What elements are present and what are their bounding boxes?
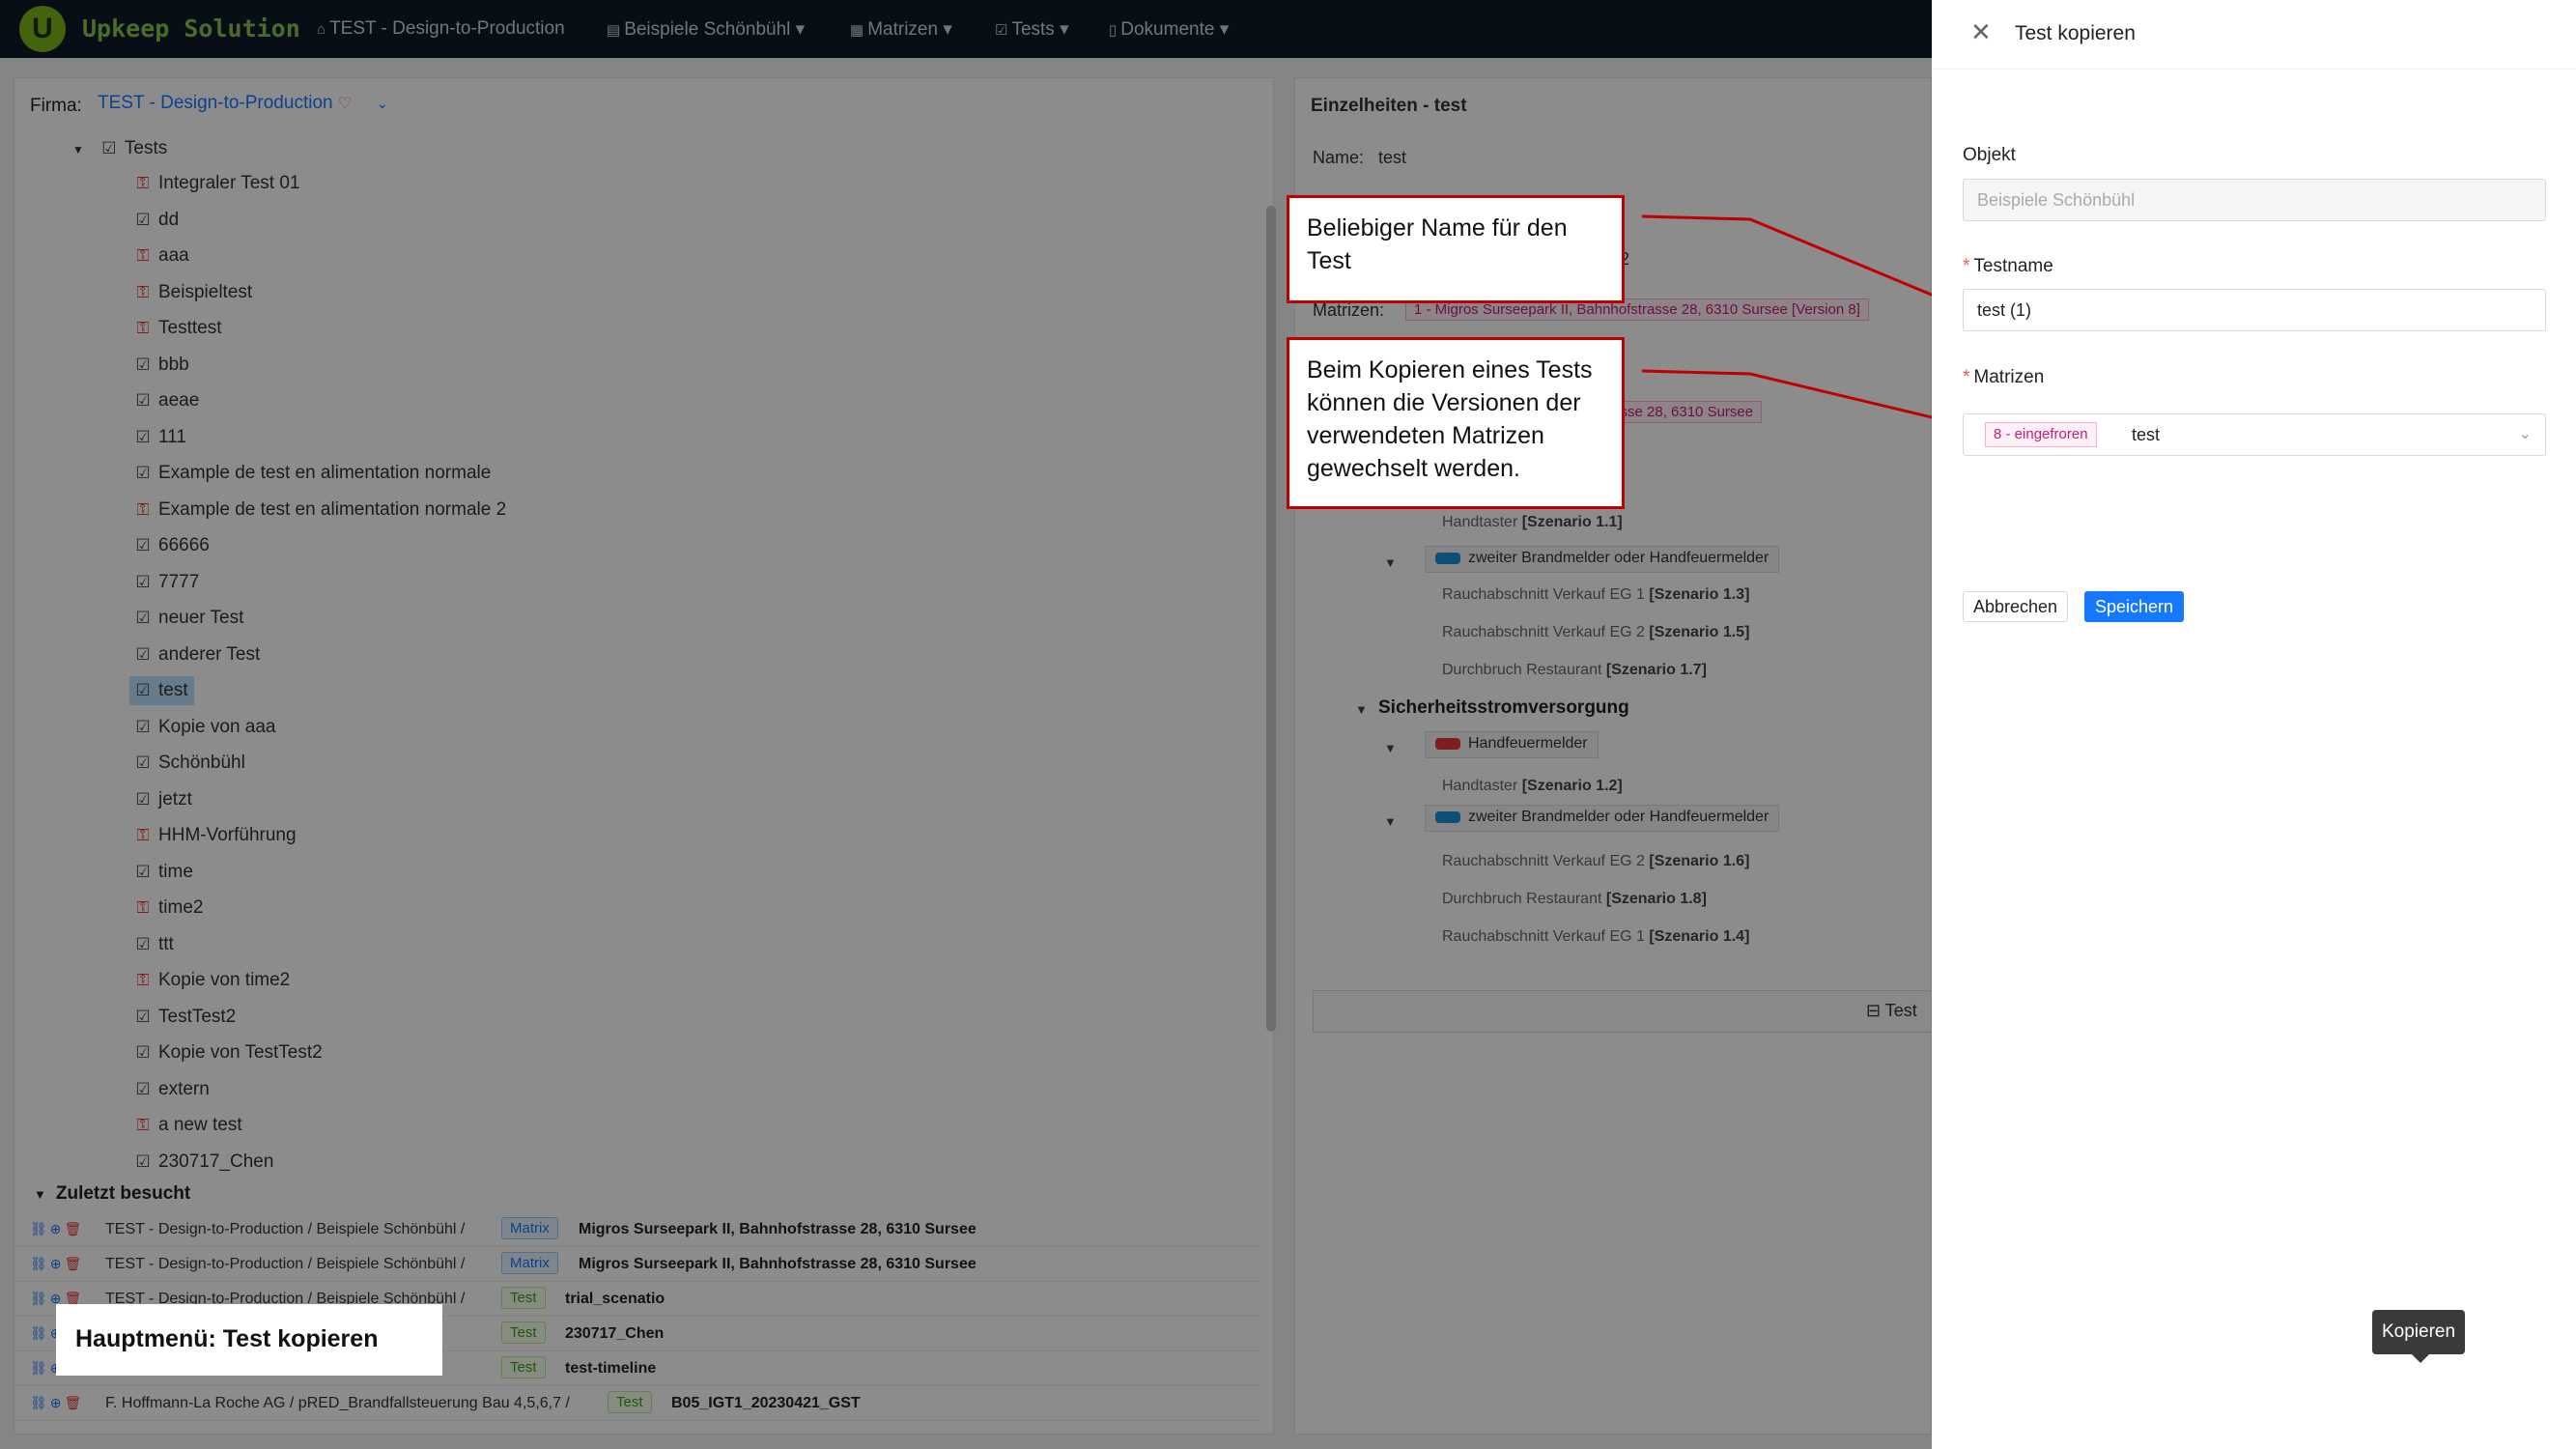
close-icon[interactable]: ✕: [1970, 17, 1992, 47]
testname-input[interactable]: [1963, 289, 2546, 331]
testname-label: * Testname: [1963, 256, 2053, 277]
objekt-label: Objekt: [1963, 145, 2016, 165]
matrizen-label-text: Matrizen: [1973, 367, 2045, 387]
matrix-select-value: test: [2132, 425, 2161, 444]
required-marker: *: [1963, 367, 1970, 387]
callout-line-name: [1641, 214, 1969, 312]
objekt-field: Beispiele Schönbühl: [1963, 179, 2546, 221]
save-button[interactable]: Speichern: [2084, 591, 2185, 622]
callout-line-versions: [1641, 369, 1977, 430]
matrix-version-tag[interactable]: 8 - eingefroren: [1985, 422, 2097, 447]
drawer-header: ✕ Test kopieren: [1932, 0, 2576, 70]
tooltip-arrow: [2412, 1354, 2429, 1363]
testname-label-text: Testname: [1973, 256, 2053, 276]
required-marker: *: [1963, 256, 1970, 276]
callout-hauptmenu: Hauptmenü: Test kopieren: [56, 1304, 442, 1376]
cancel-button[interactable]: Abbrechen: [1963, 591, 2069, 622]
matrizen-label: * Matrizen: [1963, 367, 2044, 388]
copy-test-drawer: ✕ Test kopieren Objekt Beispiele Schönbü…: [1932, 0, 2576, 1449]
matrizen-select[interactable]: 8 - eingefroren test ⌄: [1963, 413, 2546, 456]
callout-lines: [1641, 214, 1977, 430]
chevron-down-icon: ⌄: [2518, 426, 2532, 442]
copy-tooltip: Kopieren: [2372, 1310, 2466, 1354]
drawer-title: Test kopieren: [2015, 22, 2136, 44]
